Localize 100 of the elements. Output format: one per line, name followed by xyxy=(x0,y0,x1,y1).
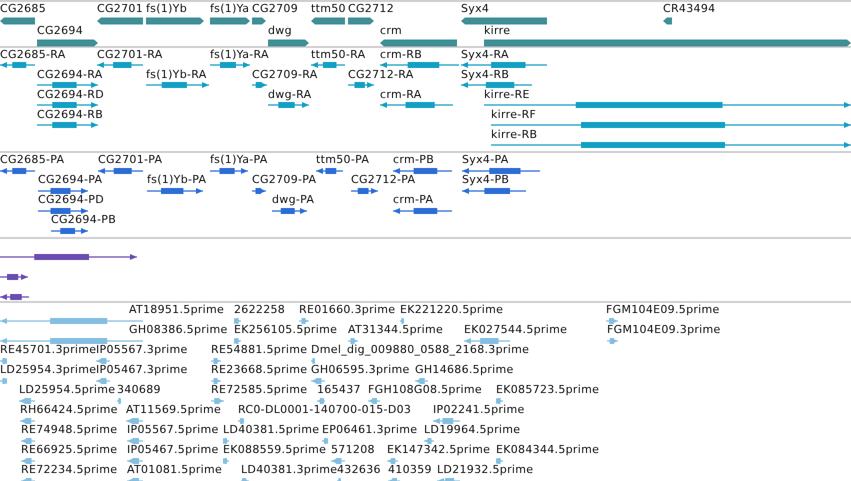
feature-glyph[interactable] xyxy=(424,436,434,446)
feature-label: GH14686.5prime xyxy=(415,364,514,376)
feature-label: fs(1)Yb-PA xyxy=(147,174,206,186)
feature-glyph[interactable] xyxy=(0,252,137,262)
feature-glyph[interactable] xyxy=(368,396,380,406)
feature-glyph[interactable] xyxy=(348,336,358,346)
feature-label: kirre-RB xyxy=(491,129,538,141)
feature-label: fs(1)Yb-RA xyxy=(146,69,207,81)
feature-glyph[interactable] xyxy=(433,416,460,426)
feature-label: EK085723.5prime xyxy=(496,384,600,396)
feature-label: Syx4 xyxy=(461,3,490,15)
feature-label: IP05467.5prime xyxy=(127,444,219,456)
feature-label: CG2709-PA xyxy=(252,174,316,186)
feature-label: 571208 xyxy=(331,444,375,456)
feature-label: CG2694-PD xyxy=(38,194,104,206)
feature-glyph[interactable] xyxy=(299,316,309,326)
feature-glyph[interactable] xyxy=(19,396,35,406)
feature-label: IP05567.3prime xyxy=(96,344,188,356)
feature-label: CG2694-RD xyxy=(37,89,104,101)
feature-glyph[interactable] xyxy=(211,356,221,366)
feature-label: EK256105.5prime xyxy=(234,324,338,336)
feature-glyph[interactable] xyxy=(496,456,503,466)
feature-label: EK027544.5prime xyxy=(464,324,568,336)
feature-label: LD25954.5prime xyxy=(19,384,116,396)
feature-label: crm-PA xyxy=(393,194,434,206)
feature-glyph[interactable] xyxy=(311,356,315,366)
feature-label: ttm50 xyxy=(311,3,346,15)
feature-label: kirre xyxy=(484,25,510,37)
feature-label: GH06595.3prime xyxy=(311,364,410,376)
feature-label: CG2701-RA xyxy=(97,49,163,61)
feature-glyph[interactable] xyxy=(127,436,143,446)
feature-glyph[interactable] xyxy=(464,336,510,346)
feature-label: RE01660.3prime xyxy=(299,304,396,316)
feature-label: IP02241.5prime xyxy=(433,404,525,416)
feature-glyph[interactable] xyxy=(0,272,28,282)
feature-label: FGM104E09.3prime xyxy=(607,324,721,336)
feature-label: Syx4-PB xyxy=(462,174,510,186)
feature-label: AT31344.5prime xyxy=(348,324,444,336)
feature-glyph[interactable] xyxy=(0,336,143,346)
feature-label: EK088559.5prime xyxy=(223,444,326,456)
feature-label: ttm50-RA xyxy=(311,49,366,61)
feature-label: 165437 xyxy=(317,384,361,396)
feature-label: EK221220.5prime xyxy=(400,304,504,316)
feature-label: dwg-RA xyxy=(268,89,312,101)
feature-label: CG2709-RA xyxy=(252,69,318,81)
feature-glyph[interactable] xyxy=(238,416,244,426)
feature-label: EP06461.3prime xyxy=(322,424,418,436)
feature-label: 410359 xyxy=(388,464,432,476)
feature-glyph[interactable] xyxy=(223,436,229,446)
feature-label: CG2694-RA xyxy=(37,69,103,81)
feature-label: fs(1)Ya xyxy=(210,3,250,15)
feature-label: crm-PB xyxy=(393,154,434,166)
feature-label: RE45701.3prime xyxy=(0,344,96,356)
feature-label: IP05567.5prime xyxy=(127,424,219,436)
feature-label: RE66925.5prime xyxy=(21,444,118,456)
feature-label: RE72234.5prime xyxy=(21,464,118,476)
feature-label: Syx4-PA xyxy=(462,154,509,166)
feature-label: CG2685 xyxy=(0,3,46,15)
feature-label: RE54881.5prime xyxy=(211,344,308,356)
feature-label: EK084344.5prime xyxy=(496,444,600,456)
feature-glyph[interactable] xyxy=(20,416,35,426)
feature-label: kirre-RE xyxy=(484,89,530,101)
feature-label: LD40381.3prime xyxy=(241,464,338,476)
feature-glyph[interactable] xyxy=(415,376,428,386)
feature-label: AT01081.5prime xyxy=(127,464,222,476)
feature-glyph[interactable] xyxy=(38,186,88,196)
feature-label: CG2694-PB xyxy=(51,214,116,226)
feature-label: CG2701-PA xyxy=(98,154,162,166)
feature-glyph[interactable] xyxy=(606,316,618,326)
feature-label: dwg xyxy=(268,25,292,37)
feature-glyph[interactable] xyxy=(211,376,221,386)
feature-label: fs(1)Ya-PA xyxy=(210,154,268,166)
feature-label: RE74948.5prime xyxy=(21,424,118,436)
feature-glyph[interactable] xyxy=(96,356,110,366)
feature-label: CG2712 xyxy=(348,3,394,15)
feature-glyph[interactable] xyxy=(234,316,241,326)
feature-label: AT11569.5prime xyxy=(126,404,222,416)
feature-label: FGM104E09.5prime xyxy=(606,304,720,316)
feature-label: Dmel_dig_009880_0588_2168.3prime xyxy=(311,344,530,356)
feature-glyph[interactable] xyxy=(127,456,143,466)
feature-label: RE72585.5prime xyxy=(211,384,308,396)
feature-label: LD19964.5prime xyxy=(424,424,520,436)
feature-label: LD25954.3prime xyxy=(0,364,96,376)
feature-label: Syx4-RA xyxy=(461,49,509,61)
feature-label: AT18951.5prime xyxy=(129,304,224,316)
feature-glyph[interactable] xyxy=(126,416,143,426)
feature-glyph[interactable] xyxy=(0,292,29,302)
feature-glyph[interactable] xyxy=(21,436,35,446)
feature-label: crm-RA xyxy=(380,89,422,101)
feature-label: LD21932.5prime xyxy=(437,464,534,476)
feature-label: CG2712-PA xyxy=(351,174,416,186)
feature-label: fs(1)Yb xyxy=(146,3,187,15)
feature-glyph[interactable] xyxy=(21,456,35,466)
feature-label: dwg-PA xyxy=(272,194,314,206)
feature-label: ttm50-PA xyxy=(316,154,370,166)
feature-label: CG2685-RA xyxy=(0,49,66,61)
feature-label: fs(1)Ya-RA xyxy=(210,49,269,61)
feature-label: RC0-DL0001-140700-015-D03 xyxy=(238,404,412,416)
feature-label: CG2694 xyxy=(37,25,83,37)
feature-glyph[interactable] xyxy=(38,206,88,216)
